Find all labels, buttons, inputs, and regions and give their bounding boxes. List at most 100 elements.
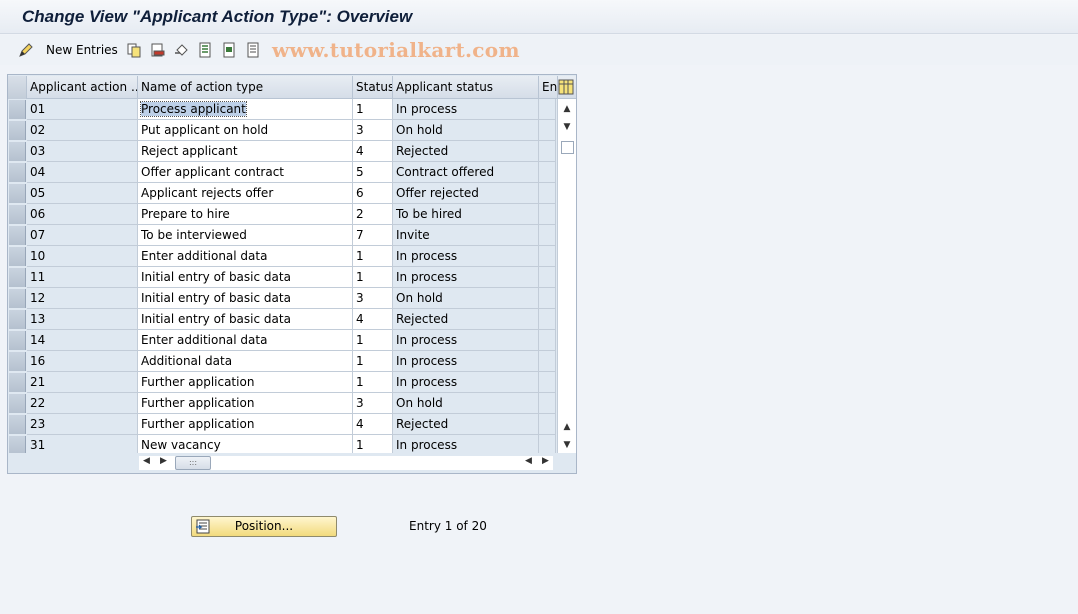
table-row[interactable]: 02 Put applicant on hold 3 On hold — [8, 120, 556, 141]
cell-name-of-action-type[interactable]: Enter additional data — [138, 246, 353, 267]
select-block-icon[interactable] — [222, 42, 238, 58]
position-button[interactable]: Position... — [191, 516, 337, 537]
row-selector[interactable] — [9, 289, 26, 308]
deselect-all-icon[interactable] — [246, 42, 262, 58]
cell-applicant-action: 11 — [27, 267, 138, 288]
row-selector[interactable] — [9, 205, 26, 224]
cell-applicant-action: 13 — [27, 309, 138, 330]
table-row[interactable]: 14 Enter additional data 1 In process — [8, 330, 556, 351]
cell-status[interactable]: 3 — [353, 120, 393, 141]
cell-status[interactable]: 4 — [353, 141, 393, 162]
column-header-applicant-status[interactable]: Applicant status — [393, 76, 539, 99]
cell-name-of-action-type[interactable]: Further application — [138, 393, 353, 414]
cell-status[interactable]: 1 — [353, 246, 393, 267]
pencil-icon[interactable] — [18, 42, 34, 58]
cell-name-of-action-type[interactable]: Further application — [138, 372, 353, 393]
row-selector[interactable] — [9, 247, 26, 266]
cell-name-of-action-type[interactable]: Offer applicant contract — [138, 162, 353, 183]
table-row[interactable]: 01 Process applicant 1 In process — [8, 99, 556, 120]
vertical-scrollbar[interactable]: ▲ ▼ ▲ ▼ — [557, 99, 576, 453]
horizontal-scrollbar[interactable]: ◀ ▶ ::: ◀ ▶ — [8, 453, 576, 473]
row-selector[interactable] — [9, 100, 26, 119]
scroll-up-icon[interactable]: ▲ — [561, 103, 573, 115]
cell-applicant-status: On hold — [393, 393, 539, 414]
cell-status[interactable]: 4 — [353, 414, 393, 435]
column-header-ent[interactable]: Ent — [539, 76, 558, 99]
scroll-right-end-icon[interactable]: ▶ — [542, 456, 549, 466]
cell-status[interactable]: 1 — [353, 267, 393, 288]
name-text: Initial entry of basic data — [141, 270, 291, 284]
cell-status[interactable]: 2 — [353, 204, 393, 225]
name-text: Further application — [141, 417, 255, 431]
row-selector[interactable] — [9, 142, 26, 161]
cell-status[interactable]: 1 — [353, 372, 393, 393]
table-row[interactable]: 04 Offer applicant contract 5 Contract offe… — [8, 162, 556, 183]
copy-icon[interactable] — [126, 42, 142, 58]
table-row[interactable]: 03 Reject applicant 4 Rejected — [8, 141, 556, 162]
cell-status[interactable]: 7 — [353, 225, 393, 246]
cell-name-of-action-type[interactable]: Initial entry of basic data — [138, 309, 353, 330]
cell-applicant-action: 21 — [27, 372, 138, 393]
row-selector[interactable] — [9, 394, 26, 413]
select-all-rows-corner[interactable] — [8, 76, 27, 99]
scroll-left-icon[interactable]: ◀ — [143, 456, 150, 466]
column-header-name-of-action-type[interactable]: Name of action type — [138, 76, 353, 99]
delete-icon[interactable] — [150, 42, 166, 58]
cell-status[interactable]: 1 — [353, 330, 393, 351]
table-row[interactable]: 05 Applicant rejects offer 6 Offer rejected — [8, 183, 556, 204]
cell-name-of-action-type[interactable]: Reject applicant — [138, 141, 353, 162]
scroll-page-down-icon[interactable]: ▼ — [561, 439, 573, 451]
row-selector[interactable] — [9, 226, 26, 245]
table-row[interactable]: 07 To be interviewed 7 Invite — [8, 225, 556, 246]
cell-name-of-action-type[interactable]: To be interviewed — [138, 225, 353, 246]
row-selector[interactable] — [9, 352, 26, 371]
table-row[interactable]: 21 Further application 1 In process — [8, 372, 556, 393]
cell-status[interactable]: 3 — [353, 393, 393, 414]
scroll-down-icon[interactable]: ▼ — [561, 121, 573, 133]
row-selector[interactable] — [9, 163, 26, 182]
new-entries-button[interactable]: New Entries — [46, 43, 118, 57]
table-row[interactable]: 11 Initial entry of basic data 1 In process — [8, 267, 556, 288]
cell-name-of-action-type[interactable]: Initial entry of basic data — [138, 288, 353, 309]
cell-status[interactable]: 3 — [353, 288, 393, 309]
row-selector[interactable] — [9, 415, 26, 434]
column-header-applicant-action[interactable]: Applicant action ... — [27, 76, 138, 99]
cell-name-of-action-type[interactable]: Applicant rejects offer — [138, 183, 353, 204]
cell-applicant-action: 16 — [27, 351, 138, 372]
cell-status[interactable]: 6 — [353, 183, 393, 204]
table-row[interactable]: 16 Additional data 1 In process — [8, 351, 556, 372]
cell-status[interactable]: 1 — [353, 99, 393, 120]
row-selector[interactable] — [9, 310, 26, 329]
cell-name-of-action-type[interactable]: Further application — [138, 414, 353, 435]
table-row[interactable]: 22 Further application 3 On hold — [8, 393, 556, 414]
table-row[interactable]: 06 Prepare to hire 2 To be hired — [8, 204, 556, 225]
cell-name-of-action-type[interactable]: Initial entry of basic data — [138, 267, 353, 288]
cell-name-of-action-type[interactable]: Put applicant on hold — [138, 120, 353, 141]
cell-status[interactable]: 5 — [353, 162, 393, 183]
cell-name-of-action-type[interactable]: Prepare to hire — [138, 204, 353, 225]
table-row[interactable]: 10 Enter additional data 1 In process — [8, 246, 556, 267]
select-all-icon[interactable] — [198, 42, 214, 58]
row-selector[interactable] — [9, 268, 26, 287]
scroll-left-end-icon[interactable]: ◀ — [525, 456, 532, 466]
undo-icon[interactable] — [174, 42, 190, 58]
cell-name-of-action-type[interactable]: Process applicant — [138, 99, 353, 120]
table-row[interactable]: 13 Initial entry of basic data 4 Rejected — [8, 309, 556, 330]
cell-name-of-action-type[interactable]: Additional data — [138, 351, 353, 372]
cell-status[interactable]: 1 — [353, 351, 393, 372]
scroll-thumb[interactable] — [561, 141, 574, 154]
row-selector[interactable] — [9, 184, 26, 203]
row-selector[interactable] — [9, 331, 26, 350]
table-row[interactable]: 12 Initial entry of basic data 3 On hold — [8, 288, 556, 309]
cell-status[interactable]: 4 — [353, 309, 393, 330]
table-settings-icon[interactable] — [558, 79, 574, 95]
name-text: Initial entry of basic data — [141, 312, 291, 326]
hscroll-thumb[interactable]: ::: — [175, 456, 211, 470]
row-selector[interactable] — [9, 373, 26, 392]
column-header-status[interactable]: Status — [353, 76, 393, 99]
cell-name-of-action-type[interactable]: Enter additional data — [138, 330, 353, 351]
table-row[interactable]: 23 Further application 4 Rejected — [8, 414, 556, 435]
scroll-page-up-icon[interactable]: ▲ — [561, 421, 573, 433]
row-selector[interactable] — [9, 121, 26, 140]
scroll-right-icon[interactable]: ▶ — [160, 456, 167, 466]
